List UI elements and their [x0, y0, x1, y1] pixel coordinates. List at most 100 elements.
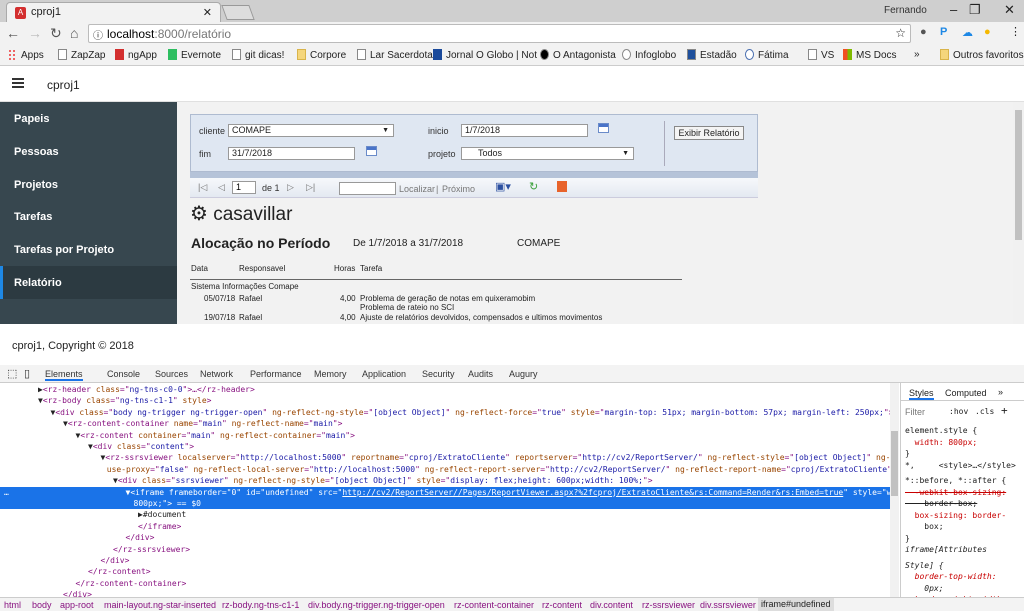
breadcrumb-item[interactable]: main-layout.ng-star-inserted: [104, 600, 216, 610]
bookmark-ms-docs[interactable]: MS Docs: [843, 49, 897, 61]
bookmarks-overflow[interactable]: »: [914, 49, 920, 60]
bookmark-lar-sacerdotal[interactable]: Lar Sacerdotal: [357, 49, 435, 61]
next-link[interactable]: Próximo: [442, 184, 475, 194]
styles-filter-input[interactable]: Filter: [905, 407, 925, 417]
bookmark-git-dicas[interactable]: git dicas!: [232, 49, 284, 61]
back-icon[interactable]: ←: [6, 25, 20, 41]
devtools-tab-elements[interactable]: Elements: [45, 369, 83, 381]
devtools-tab-application[interactable]: Application: [362, 369, 406, 379]
dom-node[interactable]: </div>: [0, 589, 890, 597]
styles-tab[interactable]: Styles: [909, 388, 934, 400]
exibir-relatorio-button[interactable]: Exibir Relatório: [674, 126, 744, 140]
page-input[interactable]: 1: [232, 181, 256, 194]
devtools-tab-security[interactable]: Security: [422, 369, 455, 379]
close-tab-icon[interactable]: ✕: [203, 6, 212, 19]
devtools-tab-network[interactable]: Network: [200, 369, 233, 379]
extension-moon-icon[interactable]: ●: [984, 26, 991, 38]
bookmark-vs[interactable]: VS: [808, 49, 834, 61]
bookmark-ngapp[interactable]: ngApp: [115, 49, 157, 61]
more-icon[interactable]: …: [4, 487, 9, 498]
next-page-icon[interactable]: ▷: [287, 182, 294, 193]
sidebar-item-tarefas[interactable]: Tarefas: [0, 200, 177, 233]
star-icon[interactable]: ☆: [895, 26, 906, 40]
bookmark-apps[interactable]: Apps: [8, 49, 44, 61]
extension-p-icon[interactable]: P: [940, 26, 947, 38]
fim-input[interactable]: 31/7/2018: [228, 147, 355, 160]
breadcrumb-item[interactable]: div.content: [590, 600, 633, 610]
elements-scrollbar[interactable]: [890, 383, 899, 597]
reload-icon[interactable]: ↻: [50, 25, 62, 42]
calendar-icon[interactable]: [598, 123, 609, 133]
new-tab-button[interactable]: [221, 5, 254, 20]
bookmark-infoglobo[interactable]: Infoglobo: [622, 49, 676, 61]
dom-node[interactable]: ▶<rz-header class="ng-tns-c0-0">…</rz-he…: [0, 384, 890, 395]
dom-node[interactable]: </rz-ssrsviewer>: [0, 544, 890, 555]
cliente-select[interactable]: COMAPE: [228, 124, 394, 137]
refresh-icon[interactable]: ↻: [529, 180, 538, 193]
hov-toggle[interactable]: :hov: [949, 407, 968, 416]
breadcrumb-item[interactable]: rz-content: [542, 600, 582, 610]
browser-tab[interactable]: Acproj1✕: [6, 2, 221, 22]
computed-tab[interactable]: Computed: [945, 388, 987, 398]
url-input[interactable]: ⓘlocalhost:8000/relatório☆: [88, 24, 911, 43]
device-toolbar-icon[interactable]: ▯: [24, 367, 30, 380]
dom-node[interactable]: </rz-content>: [0, 566, 890, 577]
find-link[interactable]: Localizar: [399, 184, 435, 194]
home-icon[interactable]: ⌂: [70, 25, 78, 41]
bookmark-zapzap[interactable]: ZapZap: [58, 49, 105, 61]
breadcrumb-item[interactable]: app-root: [60, 600, 94, 610]
sidebar-item-pessoas[interactable]: Pessoas: [0, 135, 177, 168]
dom-node[interactable]: ▼<rz-content container="main" ng-reflect…: [0, 430, 890, 441]
bookmark-fatima[interactable]: Fátima: [745, 49, 789, 61]
breadcrumb-item[interactable]: rz-ssrsviewer: [642, 600, 695, 610]
dom-node[interactable]: </div>: [0, 555, 890, 566]
sidebar-item-projetos[interactable]: Projetos: [0, 168, 177, 201]
close-window-button[interactable]: ✕: [1004, 2, 1015, 18]
prev-page-icon[interactable]: ◁: [218, 182, 225, 193]
extension-evernote-icon[interactable]: ●: [920, 26, 927, 38]
minimize-button[interactable]: –: [950, 2, 957, 17]
forward-icon[interactable]: →: [28, 25, 42, 41]
restore-button[interactable]: ❐: [969, 2, 981, 18]
sidebar-item-tarefas-por-projeto[interactable]: Tarefas por Projeto: [0, 233, 177, 266]
dom-node[interactable]: ▶#document: [0, 509, 890, 520]
bookmark-o-antagonista[interactable]: O Antagonista: [540, 49, 616, 61]
new-rule-button[interactable]: +: [1001, 404, 1008, 417]
breadcrumb-item[interactable]: div.body.ng-trigger.ng-trigger-open: [308, 600, 445, 610]
dom-node[interactable]: ▼<rz-body class="ng-tns-c1-1" style>: [0, 395, 890, 406]
bookmark-outros-favoritos[interactable]: Outros favoritos: [940, 49, 1024, 61]
projeto-select[interactable]: Todos: [461, 147, 634, 160]
breadcrumb-item[interactable]: html: [4, 600, 21, 610]
dom-node[interactable]: ▼<div class="ssrsviewer" ng-reflect-ng-s…: [0, 475, 890, 486]
bookmark-jornal-o-globo[interactable]: Jornal O Globo | Not: [433, 49, 537, 61]
sidebar-item-papeis[interactable]: Papeis: [0, 102, 177, 135]
sidebar-item-relatorio[interactable]: Relatório: [0, 266, 177, 299]
inicio-input[interactable]: 1/7/2018: [461, 124, 588, 137]
breadcrumb-item[interactable]: body: [32, 600, 52, 610]
dom-node[interactable]: </div>: [0, 532, 890, 543]
bookmark-evernote[interactable]: Evernote: [168, 49, 221, 61]
more-tabs[interactable]: »: [998, 387, 1003, 397]
devtools-tab-console[interactable]: Console: [107, 369, 140, 379]
first-page-icon[interactable]: |◁: [198, 182, 207, 193]
page-scrollbar[interactable]: [1013, 102, 1024, 324]
devtools-tab-sources[interactable]: Sources: [155, 369, 188, 379]
devtools-tab-performance[interactable]: Performance: [250, 369, 302, 379]
dom-node[interactable]: ▼<div class="body ng-trigger ng-trigger-…: [0, 407, 890, 418]
dom-node[interactable]: ▼<rz-ssrsviewer localserver="http://loca…: [0, 452, 890, 463]
inspect-element-icon[interactable]: ⬚: [7, 367, 17, 380]
dom-node-selected[interactable]: …▼<iframe frameborder="0" id="undefined"…: [0, 487, 890, 509]
bookmark-corpore[interactable]: Corpore: [297, 49, 346, 61]
find-input[interactable]: [339, 182, 396, 195]
dom-node[interactable]: </rz-content-container>: [0, 578, 890, 589]
cls-toggle[interactable]: .cls: [975, 407, 994, 416]
dom-node[interactable]: ▼<rz-content-container name="main" ng-re…: [0, 418, 890, 429]
dom-node[interactable]: </iframe>: [0, 521, 890, 532]
info-icon[interactable]: ⓘ: [93, 27, 103, 42]
devtools-tab-memory[interactable]: Memory: [314, 369, 347, 379]
menu-icon[interactable]: ⋮: [1010, 25, 1021, 38]
extension-cloud-icon[interactable]: ☁: [962, 26, 973, 39]
devtools-tab-augury[interactable]: Augury: [509, 369, 538, 379]
breadcrumb-item[interactable]: iframe#undefined: [758, 598, 834, 611]
calendar-icon[interactable]: [366, 146, 377, 156]
